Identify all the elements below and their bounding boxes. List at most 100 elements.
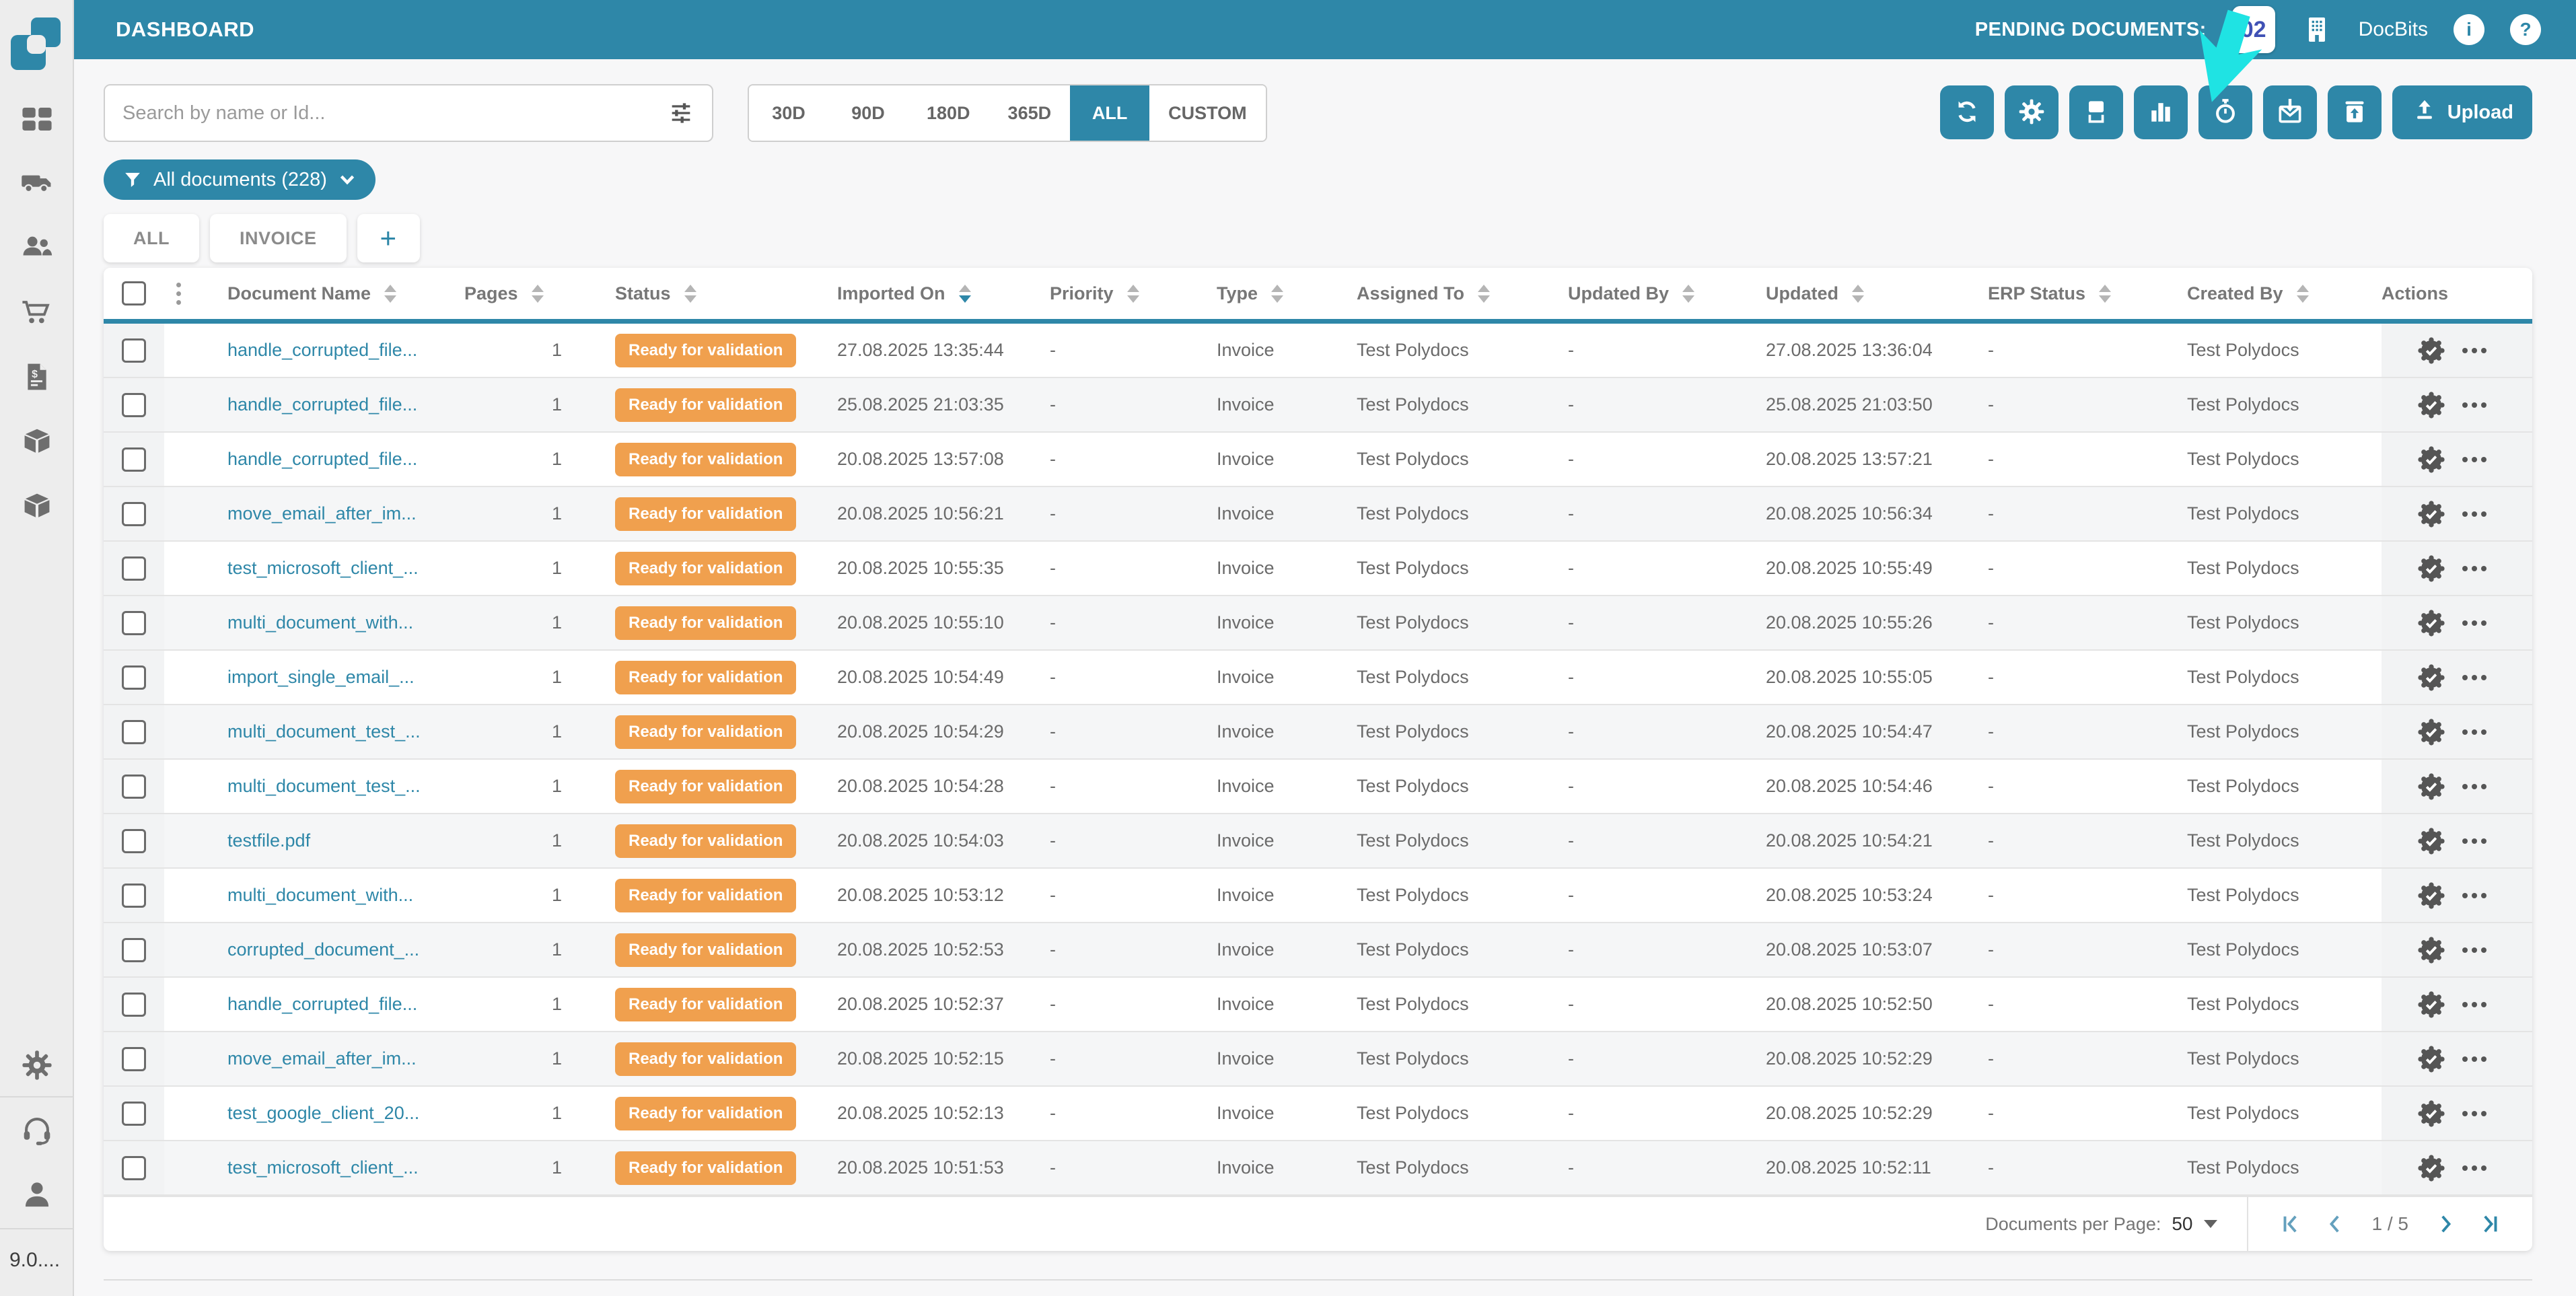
validate-badge-icon[interactable] <box>2417 1099 2446 1128</box>
date-filter-custom[interactable]: CUSTOM <box>1149 85 1266 141</box>
sort-icon[interactable] <box>1852 285 1864 303</box>
validate-badge-icon[interactable] <box>2417 445 2446 474</box>
validate-badge-icon[interactable] <box>2417 990 2446 1019</box>
refresh-button[interactable] <box>1940 85 1994 139</box>
sidebar-item-profile[interactable] <box>0 1178 74 1215</box>
sort-icon[interactable] <box>1271 285 1283 303</box>
row-checkbox[interactable] <box>122 775 146 799</box>
sort-icon[interactable] <box>959 285 971 303</box>
next-page-button[interactable] <box>2434 1212 2458 1236</box>
validate-badge-icon[interactable] <box>2417 1044 2446 1074</box>
column-header-pages[interactable]: Pages <box>464 283 615 304</box>
document-link[interactable]: multi_document_test_... <box>227 776 421 796</box>
document-link[interactable]: corrupted_document_... <box>227 939 419 960</box>
pending-timer-button[interactable] <box>2198 85 2252 139</box>
document-link[interactable]: handle_corrupted_file... <box>227 394 417 415</box>
row-checkbox[interactable] <box>122 993 146 1017</box>
document-link[interactable]: handle_corrupted_file... <box>227 449 417 469</box>
column-header-type[interactable]: Type <box>1217 283 1357 304</box>
row-menu-icon[interactable] <box>2462 675 2486 680</box>
sidebar-item-packages-alt[interactable] <box>0 489 74 526</box>
column-header-status[interactable]: Status <box>615 283 837 304</box>
tune-filter-icon[interactable] <box>668 100 694 127</box>
row-checkbox[interactable] <box>122 1156 146 1180</box>
row-menu-icon[interactable] <box>2462 784 2486 789</box>
sidebar-item-dashboard[interactable] <box>0 102 74 139</box>
validate-badge-icon[interactable] <box>2417 717 2446 747</box>
building-icon[interactable] <box>2301 13 2333 46</box>
row-checkbox[interactable] <box>122 1102 146 1126</box>
column-header-assigned-to[interactable]: Assigned To <box>1357 283 1568 304</box>
document-link[interactable]: multi_document_with... <box>227 885 413 905</box>
sort-icon[interactable] <box>1682 285 1694 303</box>
statistics-button[interactable] <box>2134 85 2188 139</box>
settings-button[interactable] <box>2005 85 2059 139</box>
info-icon[interactable]: i <box>2454 14 2484 45</box>
all-documents-filter-chip[interactable]: All documents (228) <box>104 159 375 200</box>
document-link[interactable]: test_google_client_20... <box>227 1103 419 1123</box>
document-scanner-button[interactable] <box>2069 85 2123 139</box>
validate-badge-icon[interactable] <box>2417 499 2446 529</box>
column-header-priority[interactable]: Priority <box>1050 283 1217 304</box>
date-filter-90d[interactable]: 90D <box>828 85 908 141</box>
app-logo-icon[interactable] <box>11 17 63 70</box>
sidebar-item-support[interactable] <box>0 1113 74 1150</box>
row-menu-icon[interactable] <box>2462 729 2486 735</box>
row-menu-icon[interactable] <box>2462 620 2486 626</box>
tab-invoice[interactable]: INVOICE <box>210 214 347 262</box>
row-checkbox[interactable] <box>122 447 146 472</box>
row-checkbox[interactable] <box>122 1047 146 1071</box>
pending-count-badge[interactable]: 02 <box>2232 6 2275 53</box>
column-header-updated[interactable]: Updated <box>1766 283 1988 304</box>
sidebar-item-orders[interactable] <box>0 296 74 333</box>
validate-badge-icon[interactable] <box>2417 826 2446 856</box>
sort-icon[interactable] <box>532 285 544 303</box>
validate-badge-icon[interactable] <box>2417 772 2446 801</box>
sort-icon[interactable] <box>1127 285 1139 303</box>
row-menu-icon[interactable] <box>2462 566 2486 571</box>
column-header-updated-by[interactable]: Updated By <box>1568 283 1766 304</box>
document-link[interactable]: move_email_after_im... <box>227 1048 417 1069</box>
column-menu-icon[interactable] <box>164 283 181 305</box>
validate-badge-icon[interactable] <box>2417 935 2446 965</box>
row-menu-icon[interactable] <box>2462 511 2486 517</box>
sort-icon[interactable] <box>684 285 696 303</box>
row-menu-icon[interactable] <box>2462 457 2486 462</box>
sidebar-item-users[interactable] <box>0 230 74 267</box>
export-archive-button[interactable] <box>2328 85 2382 139</box>
row-menu-icon[interactable] <box>2462 402 2486 408</box>
row-checkbox[interactable] <box>122 720 146 744</box>
document-link[interactable]: test_microsoft_client_... <box>227 1157 419 1178</box>
validate-badge-icon[interactable] <box>2417 554 2446 583</box>
column-header-created-by[interactable]: Created By <box>2187 283 2382 304</box>
select-all-checkbox[interactable] <box>122 281 146 305</box>
sidebar-item-packages[interactable] <box>0 425 74 462</box>
help-icon[interactable]: ? <box>2510 14 2541 45</box>
row-checkbox[interactable] <box>122 556 146 581</box>
sidebar-item-invoices[interactable]: $ <box>0 360 74 397</box>
validate-badge-icon[interactable] <box>2417 608 2446 638</box>
column-header-erp-status[interactable]: ERP Status <box>1988 283 2187 304</box>
row-checkbox[interactable] <box>122 611 146 635</box>
sort-icon[interactable] <box>384 285 396 303</box>
row-menu-icon[interactable] <box>2462 1056 2486 1062</box>
document-link[interactable]: multi_document_with... <box>227 612 413 633</box>
document-link[interactable]: test_microsoft_client_... <box>227 558 419 578</box>
import-mail-button[interactable] <box>2263 85 2317 139</box>
row-menu-icon[interactable] <box>2462 838 2486 844</box>
date-filter-365d[interactable]: 365D <box>989 85 1071 141</box>
sort-icon[interactable] <box>2297 285 2309 303</box>
row-checkbox[interactable] <box>122 884 146 908</box>
document-link[interactable]: testfile.pdf <box>227 830 310 851</box>
sidebar-item-shipments[interactable] <box>0 166 74 203</box>
sort-icon[interactable] <box>1478 285 1490 303</box>
row-checkbox[interactable] <box>122 938 146 962</box>
upload-button[interactable]: Upload <box>2392 85 2532 139</box>
document-link[interactable]: move_email_after_im... <box>227 503 417 524</box>
sidebar-item-settings[interactable] <box>0 1048 74 1085</box>
validate-badge-icon[interactable] <box>2417 1153 2446 1183</box>
row-menu-icon[interactable] <box>2462 348 2486 353</box>
add-tab-button[interactable]: + <box>357 214 420 262</box>
date-filter-180d[interactable]: 180D <box>908 85 989 141</box>
tab-all[interactable]: ALL <box>104 214 199 262</box>
